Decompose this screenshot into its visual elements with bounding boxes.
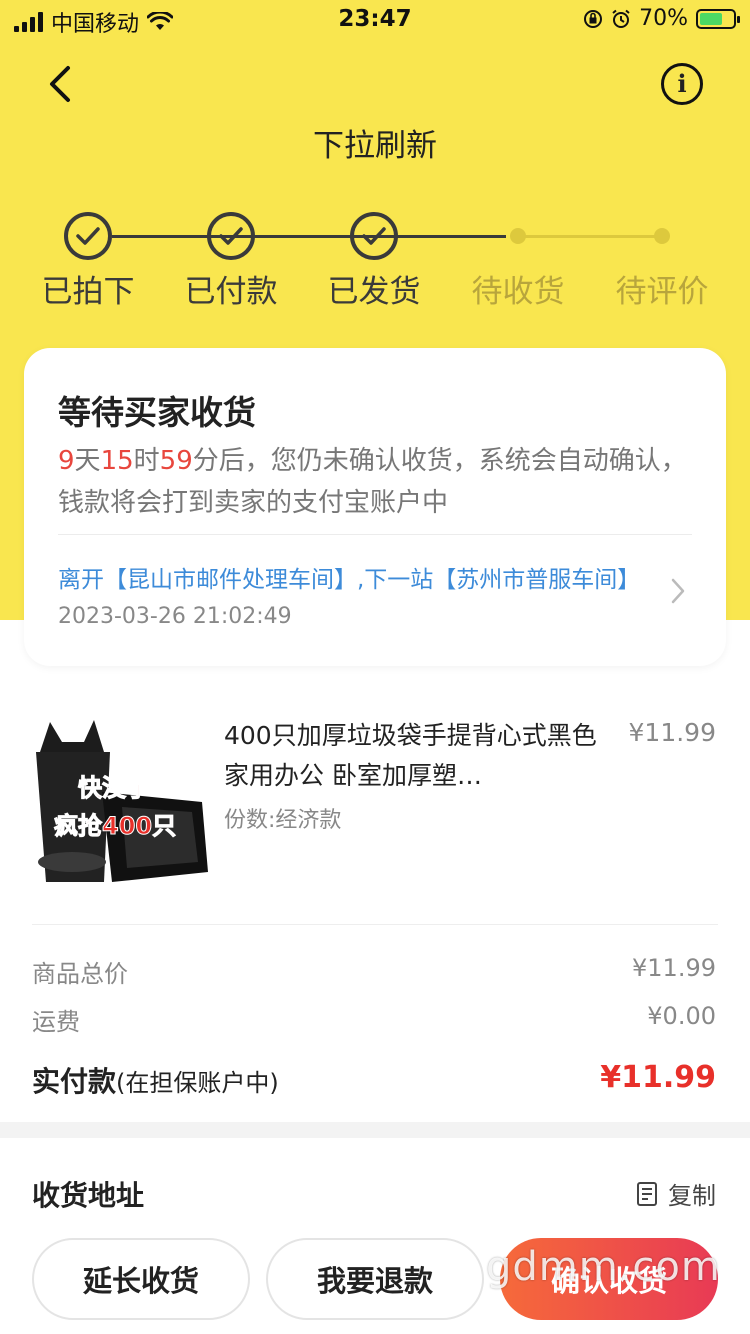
- rotation-lock-icon: [584, 9, 603, 28]
- shipping-value: ¥0.00: [647, 1002, 716, 1030]
- paid-value: ¥11.99: [600, 1060, 716, 1095]
- goods-total-label: 商品总价: [32, 960, 128, 988]
- alarm-icon: [612, 9, 630, 28]
- countdown-hours: 15: [100, 446, 134, 476]
- section-divider: [32, 924, 718, 925]
- refund-button[interactable]: 我要退款: [266, 1238, 484, 1320]
- status-bar: 中国移动 23:47 70%: [0, 0, 750, 40]
- card-divider: [58, 534, 692, 535]
- logistics-time: 2023-03-26 21:02:49: [58, 604, 292, 629]
- progress-line-todo: [518, 235, 662, 238]
- paid-note: (在担保账户中): [116, 1069, 279, 1097]
- step-label-2: 已付款: [184, 274, 278, 310]
- countdown-days: 9: [58, 446, 75, 476]
- battery-icon: [696, 8, 740, 29]
- goods-total-row: 商品总价 ¥11.99: [32, 954, 716, 989]
- auto-confirm-notice: 9天15时59分后，您仍未确认收货，系统会自动确认，钱款将会打到卖家的支付宝账户…: [58, 440, 688, 524]
- garbage-bag-image: 快没了 疯抢400只: [32, 712, 208, 888]
- step-label-3: 已发货: [327, 274, 421, 310]
- step-dot-4: [510, 228, 526, 244]
- battery-fill: [700, 12, 723, 25]
- copy-icon: [637, 1181, 657, 1206]
- shipping-row: 运费 ¥0.00: [32, 1002, 716, 1037]
- info-button[interactable]: i: [661, 63, 703, 105]
- product-title[interactable]: 400只加厚垃圾袋手提背心式黑色家用办公 卧室加厚塑…: [224, 716, 604, 796]
- check-icon: [362, 227, 386, 245]
- logistics-latest[interactable]: 离开【昆山市邮件处理车间】,下一站【苏州市普服车间】: [58, 560, 648, 594]
- hours-unit: 时: [133, 446, 160, 476]
- section-separator: [0, 1122, 750, 1138]
- copy-label: 复制: [668, 1182, 716, 1210]
- page-title: 下拉刷新: [313, 128, 437, 164]
- paid-row: 实付款(在担保账户中) ¥11.99: [32, 1060, 716, 1100]
- battery-percent: 70%: [639, 6, 688, 31]
- goods-total-value: ¥11.99: [632, 954, 716, 982]
- status-right: 70%: [583, 6, 740, 31]
- step-label-4: 待收货: [471, 274, 565, 310]
- days-unit: 天: [74, 446, 101, 476]
- step-label-1: 已拍下: [41, 274, 135, 310]
- step-dot-5: [654, 228, 670, 244]
- order-progress: 已拍下 已付款 已发货 待收货 待评价: [0, 210, 750, 310]
- address-title: 收货地址: [32, 1179, 145, 1212]
- step-node-3: [350, 212, 398, 260]
- product-image[interactable]: 快没了 疯抢400只: [32, 712, 208, 888]
- chevron-right-icon[interactable]: [668, 576, 688, 606]
- order-status-title: 等待买家收货: [58, 393, 256, 432]
- promo-text-2: 疯抢400只: [54, 812, 176, 840]
- paid-label-group: 实付款(在担保账户中): [32, 1060, 279, 1100]
- step-label-5: 待评价: [615, 274, 709, 310]
- check-icon: [219, 227, 243, 245]
- copy-button[interactable]: 复制: [636, 1176, 716, 1211]
- step-node-1: [64, 212, 112, 260]
- extend-receipt-button[interactable]: 延长收货: [32, 1238, 250, 1320]
- check-icon: [76, 227, 100, 245]
- order-status-card: 等待买家收货 9天15时59分后，您仍未确认收货，系统会自动确认，钱款将会打到卖…: [24, 348, 726, 666]
- promo-text-1: 快没了: [78, 774, 150, 802]
- product-spec: 份数:经济款: [224, 808, 342, 833]
- paid-label: 实付款: [32, 1065, 117, 1098]
- back-button[interactable]: [40, 62, 80, 106]
- step-node-2: [207, 212, 255, 260]
- countdown-minutes: 59: [159, 446, 193, 476]
- confirm-receipt-button[interactable]: 确认收货: [500, 1238, 718, 1320]
- progress-line-done: [112, 235, 506, 238]
- shipping-label: 运费: [32, 1008, 80, 1036]
- product-price: ¥11.99: [628, 718, 716, 747]
